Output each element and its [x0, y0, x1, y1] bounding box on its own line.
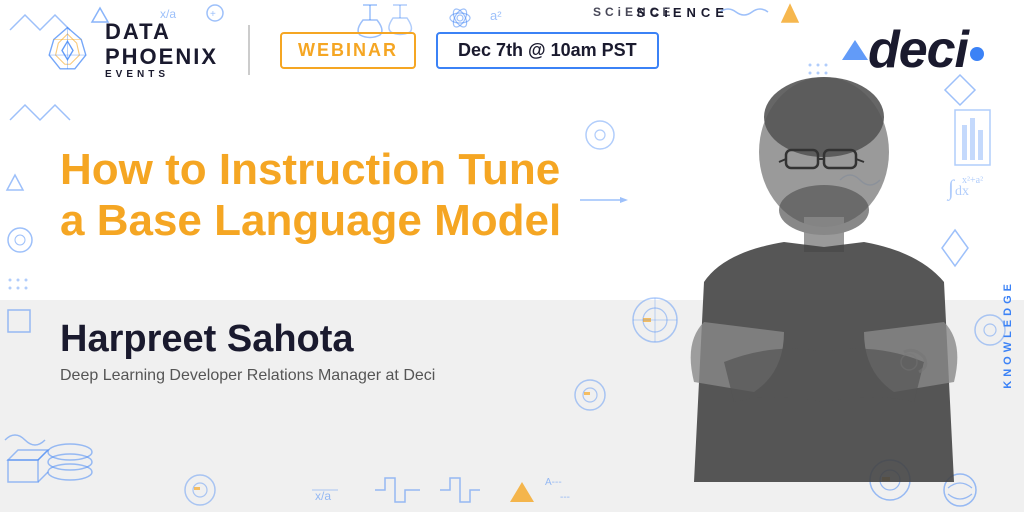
logo-phoenix-text: PHOENIX	[105, 45, 218, 69]
logo-container: DATA PHOENIX EVENTS	[40, 20, 218, 79]
webinar-label: WEBINAR	[298, 40, 398, 60]
vertical-divider	[248, 25, 250, 75]
title-line2: a Base Language Model	[60, 196, 561, 247]
logo-data-text: DATA	[105, 20, 218, 44]
webinar-badge: WEBINAR	[280, 32, 416, 69]
science-label: SCiENCE	[636, 5, 729, 20]
main-title: How to Instruction Tune a Base Language …	[60, 145, 561, 246]
logo-events-text: EVENTS	[105, 69, 218, 80]
deci-dot	[970, 47, 984, 61]
data-phoenix-logo-icon	[40, 23, 95, 78]
date-label: Dec 7th @ 10am PST	[458, 40, 637, 60]
deci-text: deci	[868, 20, 968, 80]
speaker-photo	[624, 62, 994, 512]
header: DATA PHOENIX EVENTS WEBINAR Dec 7th @ 10…	[0, 20, 1024, 80]
main-container: x/a + a² SCiENCE	[0, 0, 1024, 512]
speaker-section: Harpreet Sahota Deep Learning Developer …	[60, 318, 435, 385]
speaker-name: Harpreet Sahota	[60, 318, 435, 361]
person-silhouette	[624, 62, 994, 512]
title-line1: How to Instruction Tune	[60, 145, 561, 196]
deci-logo: deci	[868, 20, 984, 80]
knowledge-label: KNOWLEDGE	[1002, 280, 1014, 389]
logo-text: DATA PHOENIX EVENTS	[105, 20, 218, 79]
speaker-title: Deep Learning Developer Relations Manage…	[60, 367, 435, 385]
date-box: Dec 7th @ 10am PST	[436, 32, 659, 69]
